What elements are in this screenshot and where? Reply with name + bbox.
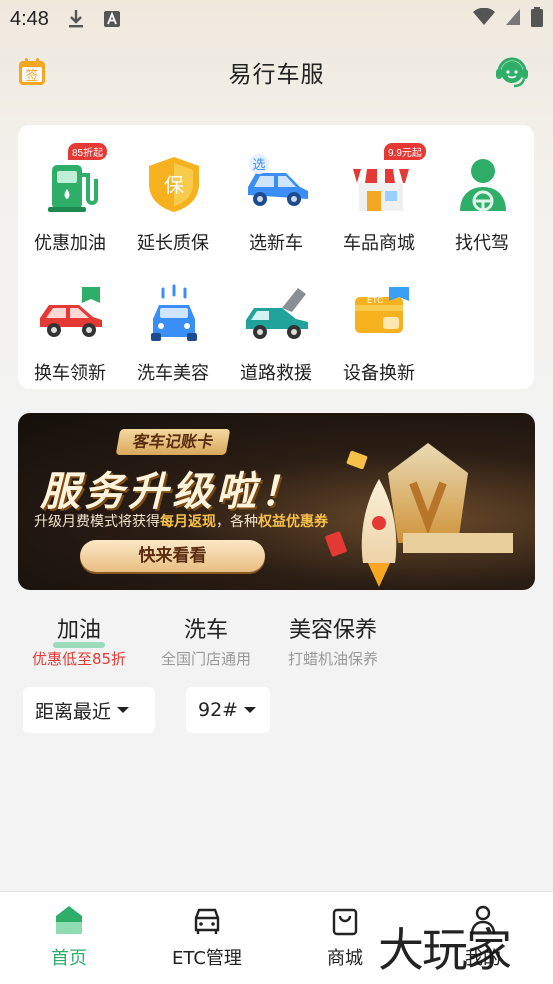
keyboard-a-icon (103, 10, 121, 28)
fuel-discount-badge: 85折起 (68, 143, 108, 160)
service-label: 换车领新 (34, 363, 106, 384)
etc-card-icon: ETC (355, 287, 409, 333)
service-store[interactable]: 9.9元起 车品商城 (329, 133, 429, 254)
customer-service-button[interactable] (493, 54, 531, 90)
red-car-icon (40, 287, 102, 337)
nav-label: ETC管理 (172, 948, 242, 969)
service-label: 延长质保 (137, 233, 209, 254)
tab-title: 洗车 (183, 618, 228, 643)
home-icon (56, 906, 82, 934)
fuel-grade-dropdown[interactable]: 92# (186, 687, 270, 733)
calendar-sign-icon: 签 (19, 58, 45, 85)
distance-filter-label: 距离最近 (35, 700, 112, 723)
status-bar: 4:48 (0, 0, 553, 38)
nav-label: 首页 (51, 948, 87, 969)
banner-tag: 客车记账卡 (115, 429, 231, 455)
nav-etc[interactable]: ETC管理 (138, 892, 276, 984)
service-label: 车品商城 (343, 233, 415, 254)
car-front-icon (194, 908, 220, 934)
service-fuel[interactable]: 85折起 优惠加油 (20, 133, 120, 254)
banner-cta-button[interactable]: 快来看看 (80, 540, 265, 572)
headset-icon (496, 57, 528, 88)
service-car-wash[interactable]: 洗车美容 (123, 263, 223, 384)
tab-subtitle: 全国门店通用 (160, 650, 251, 668)
service-label: 优惠加油 (34, 233, 106, 254)
service-warranty[interactable]: 保 延长质保 (123, 133, 223, 254)
service-label: 找代驾 (455, 233, 509, 254)
service-new-car[interactable]: 选 选新车 (226, 133, 326, 254)
service-label: 道路救援 (240, 363, 312, 384)
download-icon (67, 9, 85, 29)
shopping-bag-icon (332, 908, 358, 936)
svg-text:保: 保 (164, 173, 184, 197)
svg-text:选: 选 (252, 158, 265, 173)
app-header: 签 易行车服 (0, 44, 553, 100)
banner-headline: 服务升级啦！ (40, 469, 304, 515)
battery-icon (531, 6, 543, 32)
caret-down-icon (117, 707, 130, 713)
page-title: 易行车服 (228, 62, 325, 88)
wifi-icon (473, 7, 495, 31)
watermark-text: 大玩家 (378, 923, 512, 977)
banner-subtitle: 升级月费模式将获得每月返现，各种权益优惠券 (34, 514, 328, 530)
service-road-rescue[interactable]: 道路救援 (226, 263, 326, 384)
shield-icon: 保 (149, 157, 199, 212)
caret-down-icon (244, 707, 257, 713)
status-time: 4:48 (10, 7, 49, 30)
store-discount-badge: 9.9元起 (384, 143, 426, 160)
service-designated-driver[interactable]: 找代驾 (432, 133, 532, 254)
promo-banner[interactable]: 客车记账卡 服务升级啦！ 升级月费模式将获得每月返现，各种权益优惠券 快来看看 (18, 413, 535, 590)
service-label: 设备换新 (343, 363, 415, 384)
rescue-car-icon (246, 288, 308, 339)
services-card: 85折起 优惠加油 保 延长质保 选 选新车 9.9元起 车品商城 找代驾 换车… (18, 125, 534, 389)
rocket-illustration (325, 443, 513, 587)
tab-maintenance[interactable]: 美容保养 打蜡机油保养 (277, 612, 389, 669)
tab-fuel[interactable]: 加油 优惠低至85折 (23, 612, 135, 669)
svg-text:ETC: ETC (367, 296, 383, 305)
sign-in-button[interactable]: 签 (17, 57, 47, 87)
driver-icon (460, 159, 506, 212)
service-device-upgrade[interactable]: ETC 设备换新 (329, 263, 429, 384)
tab-subtitle: 打蜡机油保养 (287, 650, 378, 668)
tab-subtitle: 优惠低至85折 (31, 650, 127, 668)
service-label: 选新车 (249, 233, 303, 254)
tab-title: 美容保养 (288, 618, 377, 643)
service-car-trade-in[interactable]: 换车领新 (20, 263, 120, 384)
car-wash-icon (151, 284, 197, 341)
nav-home[interactable]: 首页 (0, 892, 138, 984)
svg-text:签: 签 (25, 68, 38, 84)
blue-car-icon: 选 (248, 154, 308, 206)
tab-car-wash[interactable]: 洗车 全国门店通用 (150, 612, 262, 669)
signal-icon (505, 8, 521, 31)
tab-title: 加油 (56, 618, 101, 643)
distance-filter-dropdown[interactable]: 距离最近 (23, 687, 155, 733)
fuel-grade-label: 92# (198, 699, 239, 721)
service-label: 洗车美容 (137, 363, 209, 384)
